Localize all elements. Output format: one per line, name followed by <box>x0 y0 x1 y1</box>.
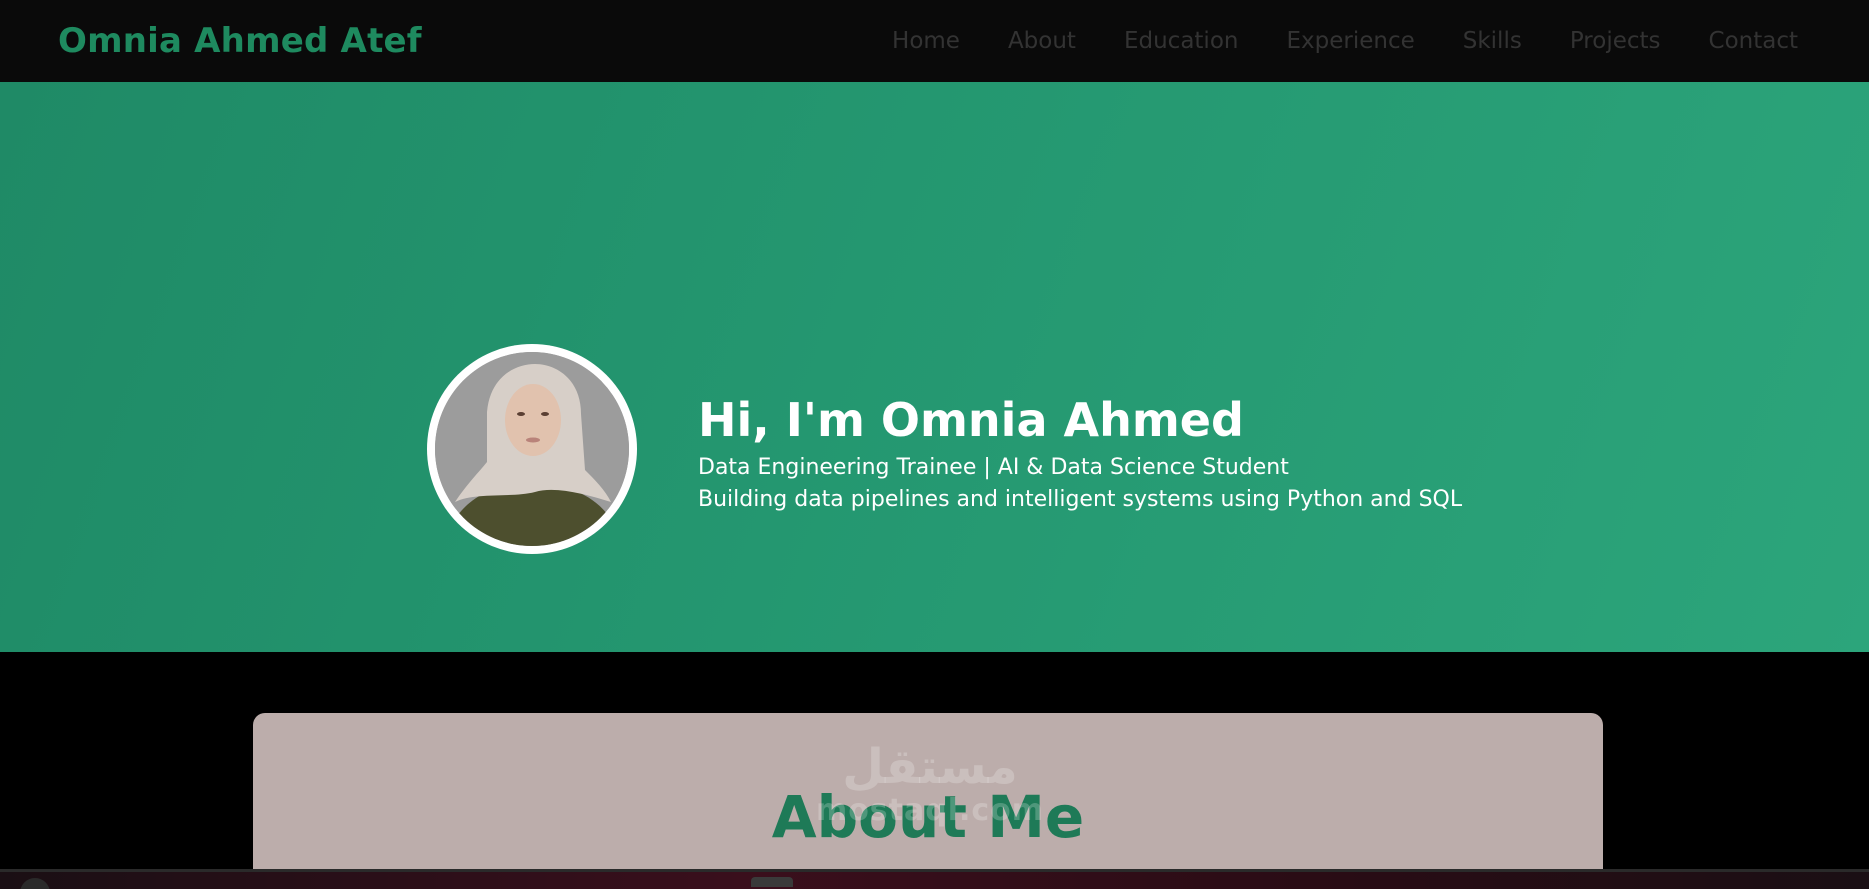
profile-photo-frame <box>427 344 637 554</box>
hero-text: Hi, I'm Omnia Ahmed Data Engineering Tra… <box>698 392 1462 516</box>
hero-description: Building data pipelines and intelligent … <box>698 487 1463 512</box>
nav-link-projects[interactable]: Projects <box>1570 28 1661 54</box>
watermark-arabic: مستقل <box>842 739 1018 795</box>
hero-section: Hi, I'm Omnia Ahmed Data Engineering Tra… <box>0 82 1869 652</box>
taskbar <box>0 869 1869 889</box>
nav-link-skills[interactable]: Skills <box>1463 28 1522 54</box>
watermark: مستقل mostaql.com <box>800 740 1060 828</box>
navbar: Omnia Ahmed Atef Home About Education Ex… <box>0 0 1869 82</box>
nav-links: Home About Education Experience Skills P… <box>892 28 1798 54</box>
hero-title: Hi, I'm Omnia Ahmed <box>698 393 1244 447</box>
nav-link-contact[interactable]: Contact <box>1709 28 1798 54</box>
taskbar-start-icon[interactable] <box>20 878 50 889</box>
taskbar-button[interactable] <box>751 877 793 887</box>
brand-name[interactable]: Omnia Ahmed Atef <box>58 21 422 61</box>
nav-link-education[interactable]: Education <box>1124 28 1239 54</box>
watermark-english: mostaql.com <box>815 793 1045 828</box>
nav-link-about[interactable]: About <box>1008 28 1076 54</box>
page: Omnia Ahmed Atef Home About Education Ex… <box>0 0 1869 889</box>
hero-subtitle: Data Engineering Trainee | AI & Data Sci… <box>698 455 1289 480</box>
nav-link-home[interactable]: Home <box>892 28 960 54</box>
profile-photo-image <box>435 352 629 546</box>
profile-photo <box>435 352 629 546</box>
nav-link-experience[interactable]: Experience <box>1286 28 1414 54</box>
